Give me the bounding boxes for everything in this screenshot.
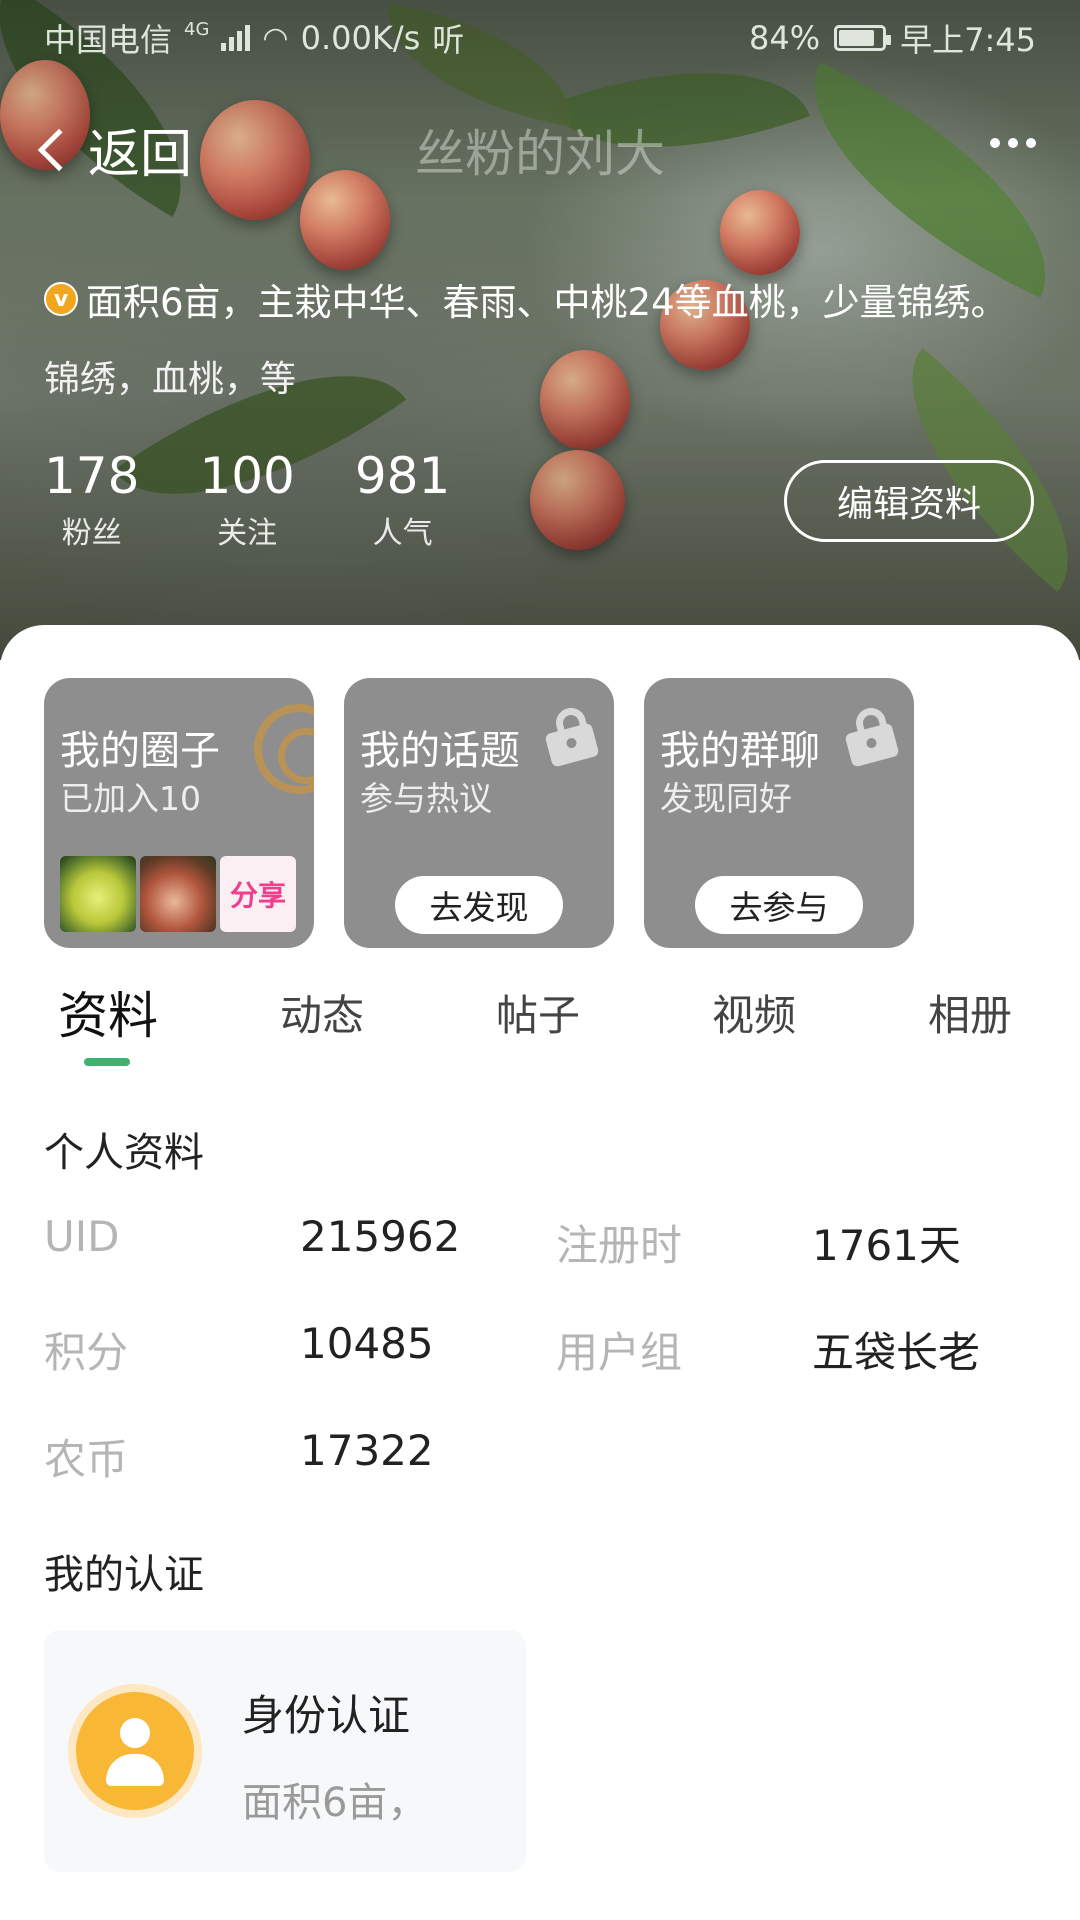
feature-cards: 我的圈子 已加入10 分享 我的话题 参与热议 去发现 我的群聊 发现同好 去参…	[44, 678, 914, 948]
stat-label: 人气	[372, 516, 433, 551]
info-row: 积分 10485 用户组 五袋长老	[44, 1319, 1044, 1379]
profile-tags: 锦绣，血桃，等	[44, 359, 297, 400]
network-speed: 0.00K/s	[300, 19, 421, 57]
active-tab-indicator	[84, 1058, 130, 1066]
circle-thumbnail[interactable]	[60, 856, 136, 932]
user-group-label: 用户组	[556, 1328, 683, 1377]
certification-title: 我的认证	[44, 1552, 204, 1598]
more-dot-icon	[990, 138, 1000, 148]
tab-album[interactable]: 相册	[928, 982, 1012, 1043]
registered-label: 注册时	[556, 1221, 683, 1270]
profile-stats: 178 粉丝 100 关注 981 人气	[44, 448, 450, 552]
card-title: 我的话题	[360, 728, 520, 774]
circle-thumbnails: 分享	[60, 856, 296, 932]
uid-value: 215962	[300, 1212, 461, 1261]
identity-certification-card[interactable]: 身份认证 面积6亩，	[44, 1630, 526, 1872]
card-subtitle: 参与热议	[360, 779, 492, 818]
profile-tabs: 资料 动态 帖子 视频 相册	[0, 982, 1080, 1072]
battery-percent: 84%	[749, 19, 821, 57]
status-bar: 中国电信 4G ◠ 0.00K/s 听 84% 早上7:45	[0, 0, 1080, 76]
bio-text: 面积6亩，主栽中华、春雨、中桃24等血桃，少量锦绣。	[86, 281, 1008, 324]
stat-value: 178	[44, 447, 140, 505]
info-row: 农币 17322	[44, 1426, 1044, 1486]
more-dot-icon	[1026, 138, 1036, 148]
circle-thumbnail[interactable]: 分享	[220, 856, 296, 932]
my-circles-card[interactable]: 我的圈子 已加入10 分享	[44, 678, 314, 948]
stat-value: 100	[199, 447, 295, 505]
personal-info-title: 个人资料	[44, 1130, 204, 1176]
card-subtitle: 已加入10	[60, 779, 201, 818]
uid-label: UID	[44, 1212, 120, 1261]
coins-value: 17322	[300, 1426, 434, 1475]
stat-following[interactable]: 100 关注	[199, 448, 294, 552]
listen-icon: 听	[432, 21, 465, 59]
thumbnail-label: 分享	[229, 879, 286, 912]
stat-label: 粉丝	[61, 516, 122, 551]
tab-posts[interactable]: 帖子	[496, 982, 580, 1043]
stat-label: 关注	[217, 516, 278, 551]
tab-videos[interactable]: 视频	[712, 982, 796, 1043]
signal-icon	[221, 25, 251, 51]
clock: 早上7:45	[900, 21, 1036, 59]
edit-profile-button[interactable]: 编辑资料	[784, 460, 1034, 542]
battery-icon	[834, 25, 892, 51]
points-value: 10485	[300, 1319, 434, 1368]
tab-activity[interactable]: 动态	[280, 982, 364, 1043]
more-dot-icon	[1008, 138, 1018, 148]
card-subtitle: 发现同好	[660, 779, 792, 818]
cover-overlay	[0, 0, 1080, 660]
registered-value: 1761天	[812, 1221, 961, 1270]
circle-thumbnail[interactable]	[140, 856, 216, 932]
info-row: UID 215962 注册时 1761天	[44, 1212, 1044, 1272]
carrier-label: 中国电信	[44, 21, 173, 59]
coins-label: 农币	[44, 1435, 129, 1484]
join-button[interactable]: 去参与	[695, 876, 863, 934]
discover-button[interactable]: 去发现	[395, 876, 563, 934]
network-type: 4G	[184, 19, 210, 40]
lock-icon	[844, 704, 900, 768]
stat-followers[interactable]: 178 粉丝	[44, 448, 139, 552]
stat-popularity[interactable]: 981 人气	[355, 448, 450, 552]
my-group-chats-card[interactable]: 我的群聊 发现同好 去参与	[644, 678, 914, 948]
battery-level	[839, 30, 875, 46]
page-title: 丝粉的刘大	[415, 125, 665, 183]
lock-icon	[544, 704, 600, 768]
verified-badge-icon: v	[44, 282, 78, 316]
certification-card-title: 身份认证	[242, 1691, 411, 1740]
tab-profile[interactable]: 资料	[58, 976, 158, 1048]
circle-ring-icon	[254, 704, 314, 794]
stat-value: 981	[354, 447, 451, 505]
profile-cover-photo: 中国电信 4G ◠ 0.00K/s 听 84% 早上7:45 返回 丝粉的刘大 …	[0, 0, 1080, 660]
top-nav: 返回 丝粉的刘大	[0, 100, 1080, 190]
profile-bio: v 面积6亩，主栽中华、春雨、中桃24等血桃，少量锦绣。	[44, 272, 1054, 326]
certification-card-desc: 面积6亩，	[242, 1780, 428, 1826]
wifi-icon: ◠	[262, 20, 289, 56]
user-avatar-icon	[76, 1692, 194, 1810]
card-title: 我的圈子	[60, 728, 220, 774]
points-label: 积分	[44, 1328, 129, 1377]
my-topics-card[interactable]: 我的话题 参与热议 去发现	[344, 678, 614, 948]
more-options-button[interactable]	[990, 138, 1036, 148]
user-group-value: 五袋长老	[812, 1328, 981, 1377]
card-title: 我的群聊	[660, 728, 820, 774]
